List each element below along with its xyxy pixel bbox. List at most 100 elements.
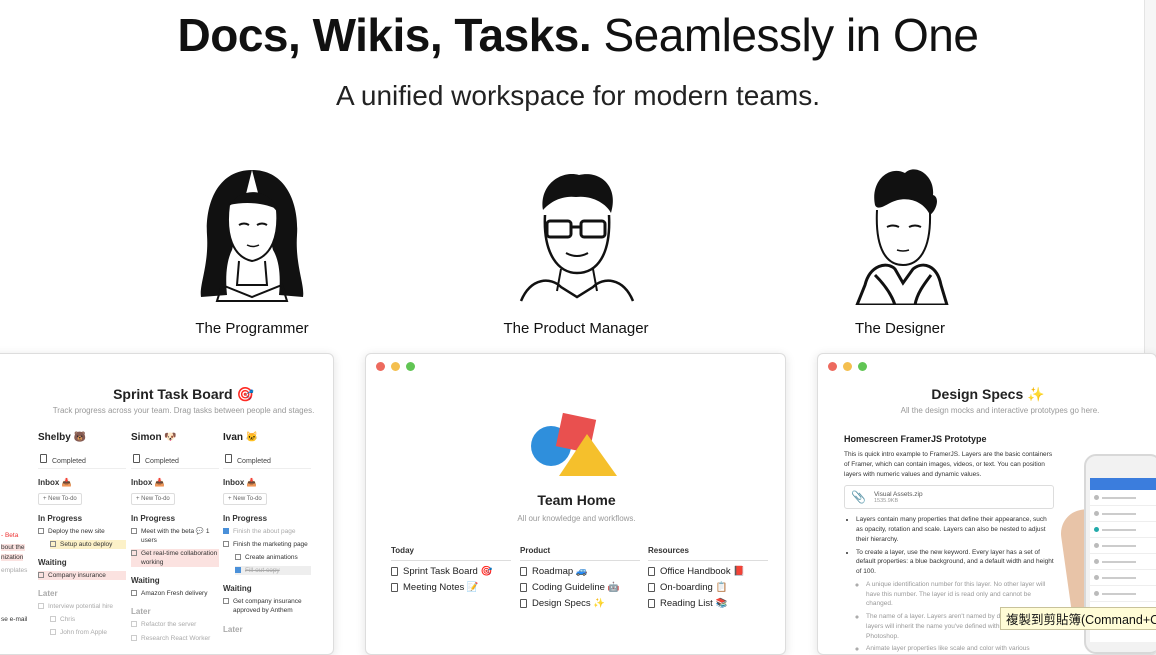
- checkbox[interactable]: [223, 541, 229, 548]
- task-text: Chris: [60, 616, 76, 624]
- completed-label: Completed: [145, 458, 179, 465]
- minimize-window-button[interactable]: [391, 362, 400, 371]
- board-column-ivan: Ivan 🐱 Completed Inbox 📥 + New To-do In …: [223, 432, 311, 634]
- bullet-item: To create a layer, use the new keyword. …: [856, 548, 1054, 577]
- checkbox[interactable]: [223, 528, 229, 534]
- checkbox[interactable]: [235, 567, 241, 574]
- task-item[interactable]: Get company insurance approved by Anthem: [223, 597, 311, 615]
- checkbox[interactable]: [131, 550, 137, 557]
- checkbox[interactable]: [38, 603, 44, 610]
- maximize-window-button[interactable]: [858, 362, 867, 371]
- new-todo-button[interactable]: + New To-do: [38, 493, 82, 505]
- list-item-label: On-boarding 📋: [660, 582, 728, 593]
- board-column-shelby: Shelby 🐻 Completed Inbox 📥 + New To-do I…: [38, 432, 126, 638]
- checkbox[interactable]: [38, 528, 44, 534]
- task-item[interactable]: Refactor the server: [131, 620, 219, 629]
- list-item[interactable]: Office Handbook 📕: [648, 566, 768, 577]
- checkbox[interactable]: [50, 629, 56, 636]
- maximize-window-button[interactable]: [406, 362, 415, 371]
- in-progress-label: In Progress: [223, 514, 268, 523]
- phone-list-row: [1090, 490, 1156, 506]
- page-icon: [520, 567, 527, 576]
- task-text: John from Apple: [60, 629, 107, 637]
- hero-title-bold: Docs, Wikis, Tasks.: [177, 9, 592, 61]
- persona-name: The Product Manager: [503, 320, 649, 337]
- phone-list-row: [1090, 538, 1156, 554]
- completed-row[interactable]: Completed: [38, 451, 126, 469]
- checkbox[interactable]: [223, 598, 229, 605]
- list-item[interactable]: Reading List 📚: [648, 598, 768, 609]
- designer-portrait-icon: [854, 169, 950, 307]
- task-item[interactable]: Finish the about page: [223, 527, 311, 536]
- checkbox[interactable]: [235, 554, 241, 561]
- task-text: Amazon Fresh delivery: [141, 590, 208, 598]
- left-fragment: bout the: [1, 544, 25, 551]
- left-fragment: - Beta: [1, 532, 19, 539]
- list-item[interactable]: Coding Guideline 🤖: [520, 582, 640, 593]
- left-fragment: nization: [1, 554, 24, 561]
- completed-row[interactable]: Completed: [131, 451, 219, 469]
- column-header: Simon 🐶: [131, 432, 177, 443]
- close-window-button[interactable]: [376, 362, 385, 371]
- page-icon: [40, 454, 47, 463]
- hero-subtitle: A unified workspace for modern teams.: [335, 80, 820, 111]
- list-item[interactable]: Design Specs ✨: [520, 598, 640, 609]
- list-item[interactable]: Roadmap 🚙: [520, 566, 640, 577]
- phone-list-row: [1090, 554, 1156, 570]
- checkbox[interactable]: [50, 541, 56, 548]
- task-item[interactable]: Meet with the beta 💬 1 users: [131, 527, 219, 545]
- task-text: Finish the marketing page: [233, 541, 308, 549]
- bullet-list: Layers contain many properties that defi…: [844, 515, 1054, 654]
- waiting-label: Waiting: [38, 558, 67, 568]
- task-item[interactable]: Fill out copy: [235, 566, 311, 576]
- task-item[interactable]: John from Apple: [50, 628, 126, 637]
- minimize-window-button[interactable]: [843, 362, 852, 371]
- new-todo-button[interactable]: + New To-do: [131, 493, 175, 505]
- copy-tooltip: 複製到剪貼簿(Command+C): [1000, 607, 1156, 630]
- new-todo-button[interactable]: + New To-do: [223, 493, 267, 505]
- bullet-item: A unique identification number for this …: [866, 580, 1054, 609]
- phone-list-row: [1090, 586, 1156, 602]
- completed-label: Completed: [237, 458, 271, 465]
- intro-paragraph: This is quick intro example to FramerJS.…: [844, 451, 1053, 478]
- task-item[interactable]: Create animations: [235, 553, 311, 562]
- persona-designer: The Designer: [790, 165, 1010, 337]
- checkbox[interactable]: [131, 634, 137, 641]
- close-window-button[interactable]: [828, 362, 837, 371]
- list-item-label: Meeting Notes 📝: [403, 582, 479, 593]
- task-item[interactable]: Amazon Fresh delivery: [131, 589, 219, 598]
- checkbox[interactable]: [50, 616, 56, 623]
- task-text: Research React Worker: [141, 634, 211, 642]
- phone-app-bar: [1090, 478, 1156, 490]
- task-item[interactable]: Interview potential hire: [38, 602, 126, 611]
- list-item-label: Roadmap 🚙: [532, 566, 588, 577]
- task-item[interactable]: Deploy the new site: [38, 527, 126, 536]
- checkbox[interactable]: [131, 590, 137, 597]
- task-item[interactable]: Finish the marketing page: [223, 540, 311, 549]
- page-icon: [520, 599, 527, 608]
- task-item[interactable]: Setup auto deploy: [50, 540, 126, 550]
- completed-row[interactable]: Completed: [223, 451, 311, 469]
- in-progress-label: In Progress: [38, 514, 83, 523]
- page-icon: [391, 583, 398, 592]
- list-header: Today: [391, 546, 511, 561]
- file-attachment[interactable]: 📎 Visual Assets.zip 1535.9KB: [844, 485, 1054, 510]
- workspace-logo-icon: [531, 412, 617, 476]
- task-item[interactable]: Company insurance: [38, 571, 126, 581]
- sprint-task-board-window: Sprint Task Board 🎯 Track progress acros…: [0, 353, 334, 655]
- list-item[interactable]: Meeting Notes 📝: [391, 582, 511, 593]
- later-label: Later: [223, 624, 243, 634]
- checkbox[interactable]: [131, 528, 137, 534]
- task-item[interactable]: Chris: [50, 615, 126, 624]
- task-item[interactable]: Get real-time collaboration working: [131, 549, 219, 568]
- list-item[interactable]: On-boarding 📋: [648, 582, 768, 593]
- task-text: Company insurance: [48, 572, 106, 580]
- design-specs-desc: All the design mocks and interactive pro…: [900, 406, 1100, 415]
- checkbox[interactable]: [38, 572, 44, 579]
- hero-title: Docs, Wikis, Tasks. Seamlessly in One: [0, 8, 1156, 62]
- list-item[interactable]: Sprint Task Board 🎯: [391, 566, 511, 577]
- task-item[interactable]: Research React Worker: [131, 634, 219, 643]
- checkbox[interactable]: [131, 621, 137, 628]
- left-fragment: emplates: [1, 567, 28, 574]
- waiting-label: Waiting: [223, 584, 252, 594]
